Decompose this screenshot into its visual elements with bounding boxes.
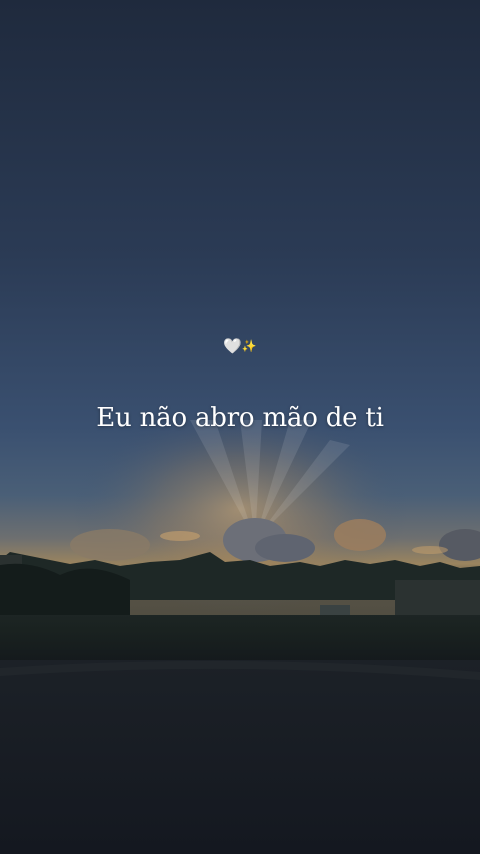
sparkles-icon: ✨ — [241, 339, 257, 353]
emoji-row: 🤍✨ — [0, 336, 480, 357]
building — [395, 580, 480, 620]
caption-text: Eu não abro mão de ti — [96, 403, 384, 433]
photo-scene: 🤍✨ Eu não abro mão de ti — [0, 0, 480, 854]
white-heart-icon: 🤍 — [223, 337, 242, 355]
sand-foreground — [0, 660, 480, 854]
